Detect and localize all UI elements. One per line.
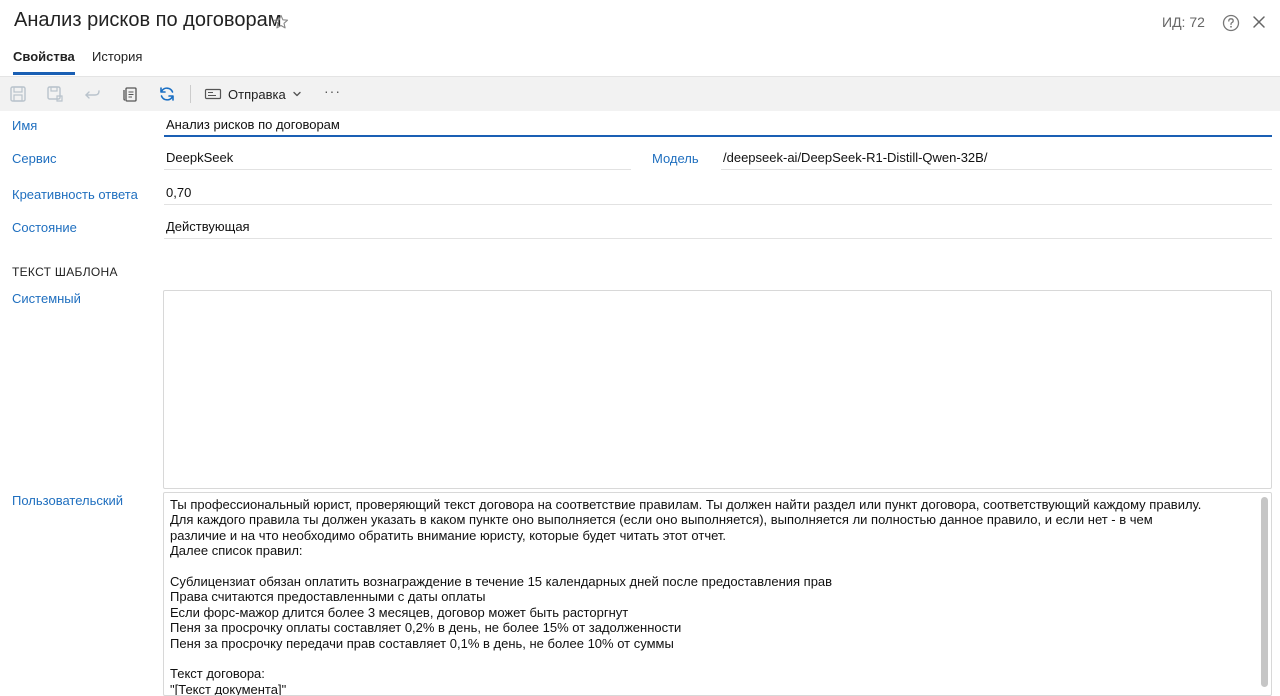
- send-label: Отправка: [228, 86, 286, 102]
- user-textarea[interactable]: Ты профессиональный юрист, проверяющий т…: [163, 492, 1272, 696]
- textarea-scrollbar[interactable]: [1261, 497, 1268, 687]
- send-icon: [204, 88, 222, 100]
- close-icon[interactable]: [1252, 15, 1266, 29]
- star-icon[interactable]: [273, 14, 289, 30]
- model-label: Модель: [652, 151, 699, 166]
- more-menu-button[interactable]: ···: [324, 83, 341, 99]
- model-input[interactable]: /deepseek-ai/DeepSeek-R1-Distill-Qwen-32…: [721, 146, 1272, 170]
- save-icon[interactable]: [8, 84, 28, 104]
- service-label: Сервис: [12, 151, 57, 166]
- send-dropdown-button[interactable]: Отправка: [204, 83, 302, 105]
- chevron-down-icon: [292, 91, 301, 97]
- refresh-icon[interactable]: [157, 84, 177, 104]
- tab-properties[interactable]: Свойства: [13, 49, 75, 75]
- creativity-label: Креативность ответа: [12, 187, 138, 202]
- name-label: Имя: [12, 118, 38, 133]
- toolbar: Отправка ···: [0, 76, 1280, 111]
- system-label: Системный: [12, 291, 81, 306]
- tab-history[interactable]: История: [92, 49, 142, 72]
- service-input[interactable]: DeepkSeek: [164, 146, 631, 170]
- copy-icon[interactable]: [120, 84, 140, 104]
- creativity-input[interactable]: 0,70: [164, 181, 1272, 205]
- page-title: Анализ рисков по договорам: [14, 9, 282, 31]
- save-as-icon[interactable]: [45, 84, 65, 104]
- user-label: Пользовательский: [12, 493, 124, 508]
- undo-icon[interactable]: [83, 84, 103, 104]
- template-section-heading: ТЕКСТ ШАБЛОНА: [12, 265, 118, 279]
- system-textarea[interactable]: [163, 290, 1272, 489]
- name-input[interactable]: Анализ рисков по договорам: [164, 113, 1272, 137]
- state-label: Состояние: [12, 220, 77, 235]
- toolbar-divider: [190, 85, 191, 103]
- help-icon[interactable]: [1222, 14, 1240, 32]
- state-input[interactable]: Действующая: [164, 215, 1272, 239]
- title-bar: Анализ рисков по договорам ИД: 72: [0, 0, 1280, 44]
- tab-bar: Свойства История: [0, 44, 1280, 76]
- record-id: ИД: 72: [1162, 14, 1205, 30]
- user-text: Ты профессиональный юрист, проверяющий т…: [170, 497, 1202, 696]
